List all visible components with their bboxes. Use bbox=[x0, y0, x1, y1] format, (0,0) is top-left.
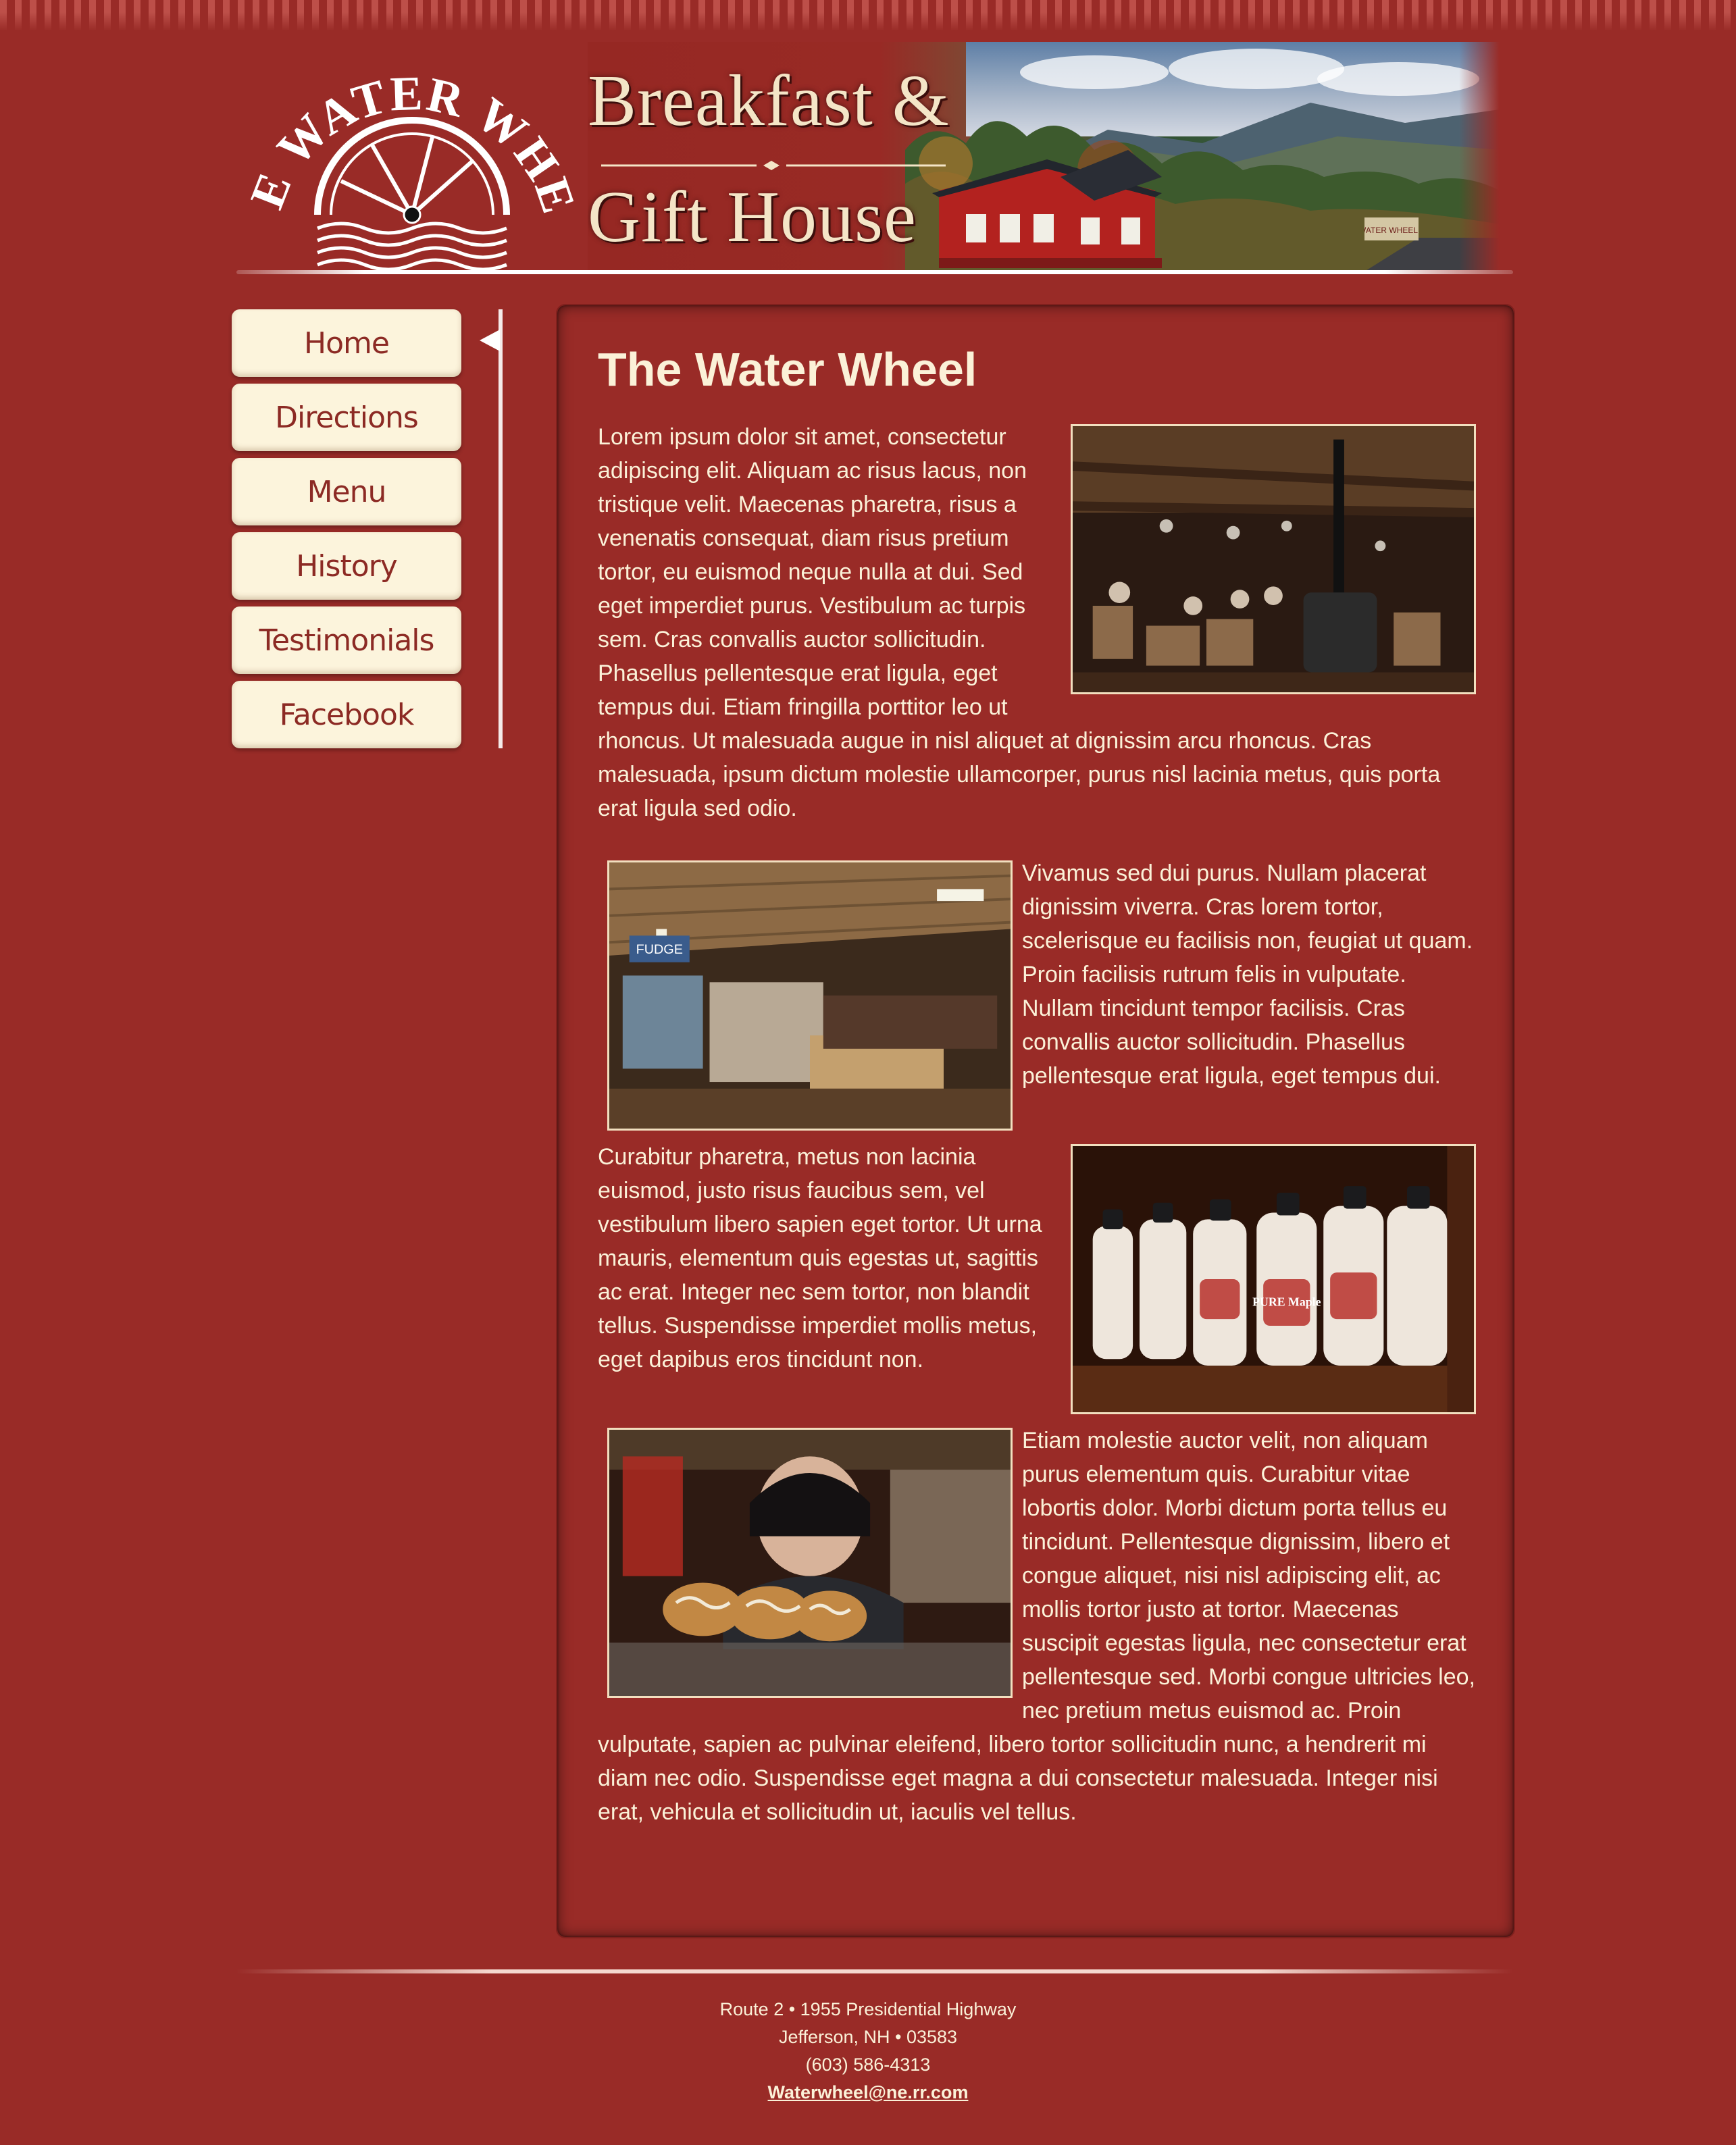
road-sign-text: WATER WHEEL bbox=[1364, 226, 1418, 235]
banner-fade bbox=[1459, 42, 1500, 270]
site-header: THE WATER WHEEL bbox=[236, 39, 1513, 277]
top-stripe-decoration bbox=[0, 0, 1736, 31]
nav-home[interactable]: Home bbox=[232, 309, 461, 377]
footer-address: Route 2 • 1955 Presidential Highway bbox=[719, 1999, 1017, 2019]
footer-rule bbox=[236, 1969, 1513, 1973]
footer-city: Jefferson, NH • 03583 bbox=[778, 2027, 958, 2047]
banner-divider bbox=[601, 161, 946, 170]
main-nav: Home Directions Menu History Testimonial… bbox=[232, 309, 461, 755]
site-footer: Route 2 • 1955 Presidential Highway Jeff… bbox=[0, 1996, 1736, 2107]
page-title: The Water Wheel bbox=[598, 343, 977, 396]
footer-phone: (603) 586-4313 bbox=[805, 2054, 931, 2075]
maple-syrup-photo: PURE Maple bbox=[1071, 1144, 1476, 1414]
footer-email-link[interactable]: Waterwheel@ne.rr.com bbox=[768, 2082, 969, 2102]
header-rule bbox=[236, 270, 1513, 274]
bakery-photo bbox=[607, 1428, 1013, 1698]
nav-testimonials[interactable]: Testimonials bbox=[232, 606, 461, 674]
water-wheel-logo[interactable]: THE WATER WHEEL bbox=[250, 46, 574, 276]
nav-history[interactable]: History bbox=[232, 532, 461, 600]
banner-line-2: Gift House bbox=[588, 177, 917, 257]
nav-active-indicator bbox=[480, 309, 503, 748]
gift-shop-photo: FUDGE bbox=[607, 860, 1013, 1131]
fudge-sign: FUDGE bbox=[636, 942, 683, 957]
nav-menu[interactable]: Menu bbox=[232, 458, 461, 525]
main-content-panel: The Water Wheel Lorem ipsum dolor sit am… bbox=[556, 304, 1515, 1938]
nav-facebook[interactable]: Facebook bbox=[232, 681, 461, 748]
content-inner: The Water Wheel Lorem ipsum dolor sit am… bbox=[598, 346, 1476, 1860]
banner-line-1: Breakfast & bbox=[588, 61, 950, 141]
syrup-label-text: PURE Maple bbox=[1252, 1295, 1321, 1308]
header-banner: WATER WHEEL Breakfast & Gift House bbox=[588, 42, 1500, 270]
dining-room-photo bbox=[1071, 424, 1476, 694]
nav-directions[interactable]: Directions bbox=[232, 384, 461, 451]
